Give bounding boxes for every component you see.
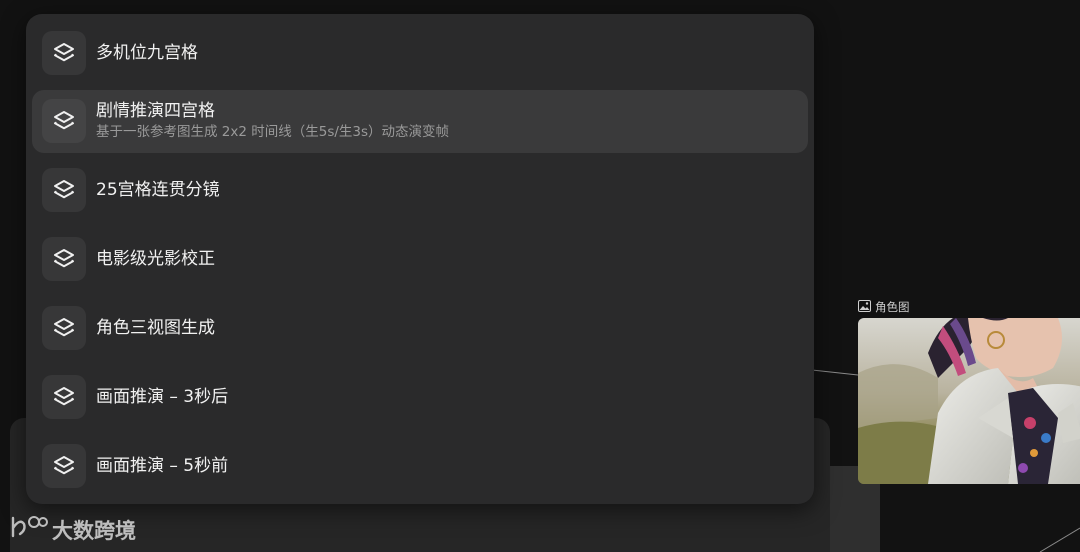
menu-item-plot-four-grid[interactable]: 剧情推演四宫格 基于一张参考图生成 2x2 时间线（生5s/生3s）动态演变帧 (32, 90, 808, 153)
connector-line (811, 369, 859, 376)
menu-item-title: 画面推演 – 3秒后 (96, 387, 229, 407)
layers-icon (42, 444, 86, 488)
preset-menu: 多机位九宫格 剧情推演四宫格 基于一张参考图生成 2x2 时间线（生5s/生3s… (26, 14, 814, 504)
node-label-text: 角色图 (875, 300, 910, 314)
menu-item-title: 电影级光影校正 (96, 249, 215, 269)
node-label: 角色图 (858, 299, 910, 315)
menu-item-cinematic-lighting[interactable]: 电影级光影校正 (32, 230, 808, 288)
menu-item-25-grid-storyboard[interactable]: 25宫格连贯分镜 (32, 161, 808, 219)
canvas: 多机位九宫格 剧情推演四宫格 基于一张参考图生成 2x2 时间线（生5s/生3s… (0, 0, 1080, 552)
watermark-text: 大数跨境 (52, 518, 136, 543)
menu-item-scene-3s-after[interactable]: 画面推演 – 3秒后 (32, 368, 808, 426)
menu-item-title: 多机位九宫格 (96, 43, 198, 63)
menu-item-title: 剧情推演四宫格 (96, 101, 215, 121)
menu-item-description: 基于一张参考图生成 2x2 时间线（生5s/生3s）动态演变帧 (96, 124, 450, 140)
menu-item-title: 画面推演 – 5秒前 (96, 456, 229, 476)
image-icon (858, 299, 871, 315)
menu-item-title: 25宫格连贯分镜 (96, 180, 220, 200)
menu-item-multi-camera-nine-grid[interactable]: 多机位九宫格 (32, 24, 808, 82)
character-image[interactable] (858, 318, 1080, 484)
menu-item-scene-5s-before[interactable]: 画面推演 – 5秒前 (32, 437, 808, 495)
layers-icon (42, 306, 86, 350)
layers-icon (42, 237, 86, 281)
layers-icon (42, 99, 86, 143)
menu-item-title: 角色三视图生成 (96, 318, 215, 338)
connector-line (1039, 527, 1080, 552)
layers-icon (42, 168, 86, 212)
watermark-logo-icon (10, 514, 48, 545)
layers-icon (42, 31, 86, 75)
watermark: 大数跨境 (10, 514, 136, 545)
layers-icon (42, 375, 86, 419)
menu-item-character-three-view[interactable]: 角色三视图生成 (32, 299, 808, 357)
